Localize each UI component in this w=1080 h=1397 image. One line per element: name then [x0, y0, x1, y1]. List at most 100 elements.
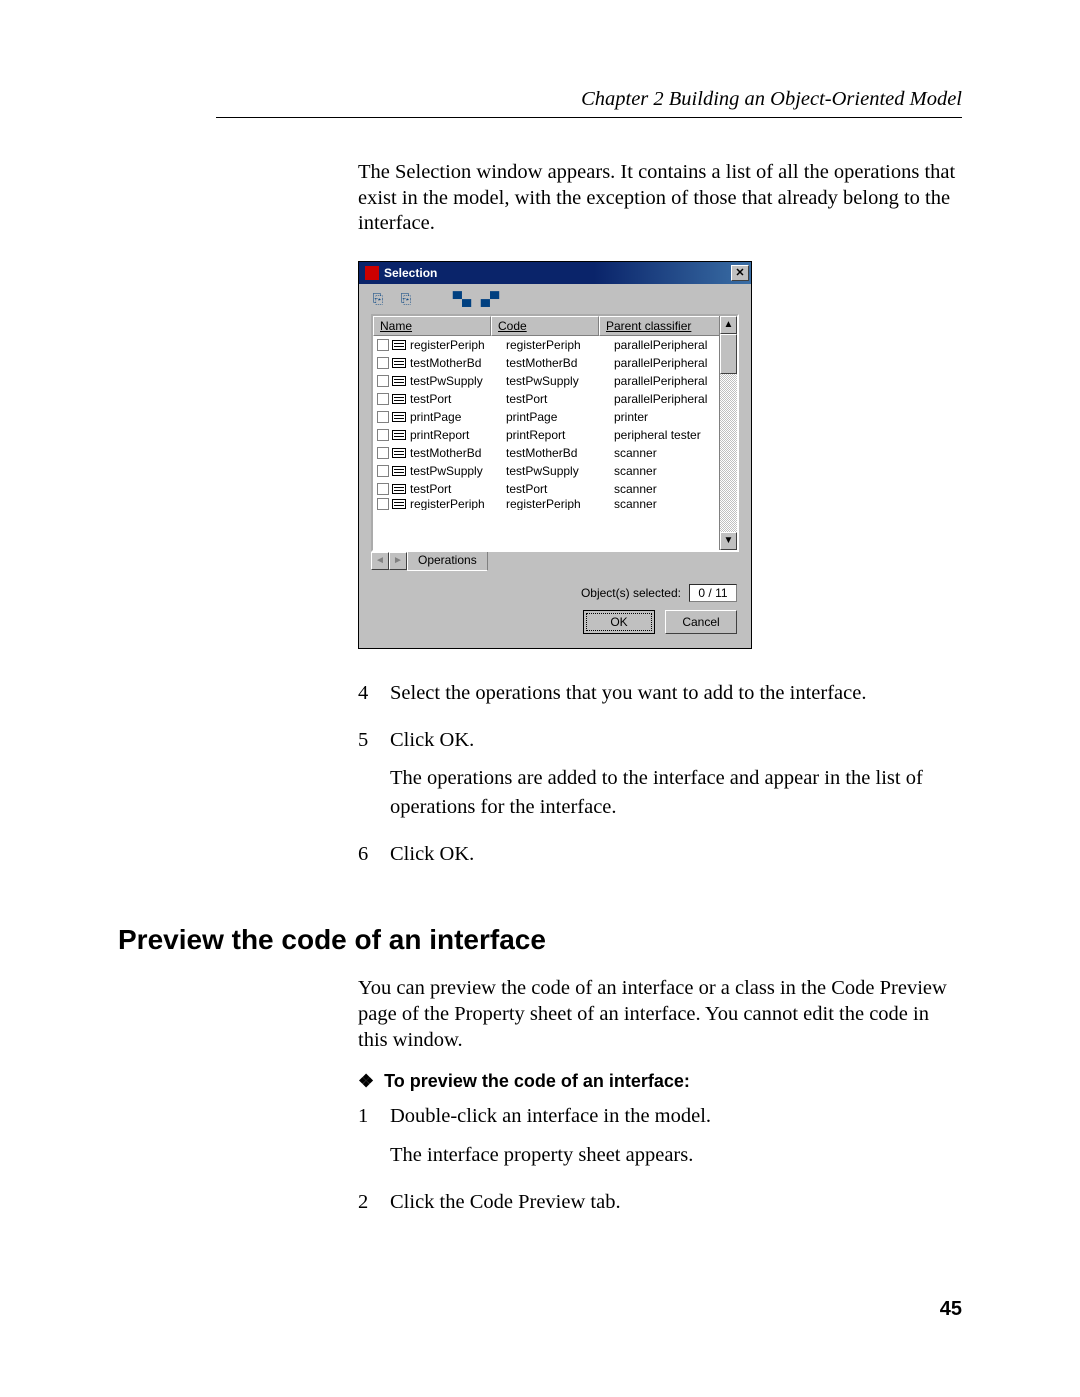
row-parent: scanner [614, 482, 719, 496]
procedure-heading: ❖ To preview the code of an interface: [358, 1071, 962, 1092]
row-code: testPwSupply [506, 464, 614, 478]
numbered-step: 6Click OK. [358, 840, 962, 879]
numbered-step: 5Click OK.The operations are added to th… [358, 726, 962, 832]
row-parent: peripheral tester [614, 428, 719, 442]
row-name: testPort [410, 482, 506, 496]
close-icon[interactable]: ✕ [731, 265, 749, 281]
list-row[interactable]: testPwSupplytestPwSupplyscanner [373, 462, 719, 480]
row-checkbox[interactable] [377, 411, 389, 423]
row-checkbox[interactable] [377, 339, 389, 351]
section-heading: Preview the code of an interface [118, 924, 962, 956]
tab-operations[interactable]: Operations [407, 551, 488, 571]
operation-icon [392, 412, 406, 422]
row-name: printPage [410, 410, 506, 424]
row-code: registerPeriph [506, 338, 614, 352]
row-parent: parallelPeripheral [614, 338, 719, 352]
operation-icon [392, 358, 406, 368]
step-number: 6 [358, 840, 390, 879]
list-row[interactable]: registerPeriphregisterPeriphparallelPeri… [373, 336, 719, 354]
row-checkbox[interactable] [377, 357, 389, 369]
column-parent[interactable]: Parent classifier [599, 316, 737, 336]
list-row[interactable]: testMotherBdtestMotherBdparallelPeripher… [373, 354, 719, 372]
row-parent: scanner [614, 446, 719, 460]
scroll-up-icon[interactable]: ▲ [720, 316, 737, 334]
operations-list[interactable]: Name Code Parent classifier registerPeri… [371, 314, 739, 552]
step-number: 4 [358, 679, 390, 718]
scroll-down-icon[interactable]: ▼ [720, 532, 737, 550]
row-code: testMotherBd [506, 356, 614, 370]
row-code: testPwSupply [506, 374, 614, 388]
step-number: 1 [358, 1102, 390, 1179]
list-row[interactable]: testPorttestPortscanner [373, 480, 719, 498]
step-text: Click OK.The operations are added to the… [390, 726, 962, 832]
list-row[interactable]: registerPeriphregisterPeriphscanner [373, 498, 719, 510]
row-parent: parallelPeripheral [614, 374, 719, 388]
numbered-step: 2Click the Code Preview tab. [358, 1188, 962, 1227]
row-checkbox[interactable] [377, 429, 389, 441]
column-name[interactable]: Name [373, 316, 491, 336]
operation-icon [392, 430, 406, 440]
row-code: testPort [506, 392, 614, 406]
operation-icon [392, 499, 406, 509]
row-checkbox[interactable] [377, 498, 389, 510]
list-row[interactable]: testPwSupplytestPwSupplyparallelPeripher… [373, 372, 719, 390]
list-row[interactable]: testPorttestPortparallelPeripheral [373, 390, 719, 408]
row-checkbox[interactable] [377, 447, 389, 459]
list-row[interactable]: testMotherBdtestMotherBdscanner [373, 444, 719, 462]
toolbar-button-1[interactable]: ⎘ [367, 289, 389, 309]
intro-paragraph: The Selection window appears. It contain… [358, 160, 962, 237]
step-text: Click OK. [390, 840, 962, 879]
list-row[interactable]: printReportprintReportperipheral tester [373, 426, 719, 444]
row-name: testMotherBd [410, 446, 506, 460]
operation-icon [392, 484, 406, 494]
row-checkbox[interactable] [377, 393, 389, 405]
section-paragraph: You can preview the code of an interface… [358, 976, 962, 1053]
row-code: registerPeriph [506, 498, 614, 510]
operation-icon [392, 466, 406, 476]
tab-scroll-left-icon[interactable]: ◄ [371, 552, 389, 570]
dialog-titlebar: Selection ✕ [359, 262, 751, 284]
row-code: printReport [506, 428, 614, 442]
toolbar-button-3[interactable]: ▀▄ [451, 289, 473, 309]
row-name: registerPeriph [410, 338, 506, 352]
status-label: Object(s) selected: [581, 586, 681, 600]
status-line: Object(s) selected: 0 / 11 [359, 574, 751, 606]
row-name: printReport [410, 428, 506, 442]
diamond-bullet-icon: ❖ [358, 1071, 374, 1092]
row-checkbox[interactable] [377, 465, 389, 477]
step-number: 2 [358, 1188, 390, 1227]
dialog-title: Selection [384, 266, 437, 280]
step-number: 5 [358, 726, 390, 832]
vertical-scrollbar[interactable]: ▲ ▼ [719, 316, 737, 550]
column-code[interactable]: Code [491, 316, 599, 336]
dialog-toolbar: ⎘ ⎘ ▀▄ ▄▀ [359, 284, 751, 314]
scroll-thumb[interactable] [720, 334, 737, 374]
selection-dialog: Selection ✕ ⎘ ⎘ ▀▄ ▄▀ Name Code Parent c… [358, 261, 752, 649]
row-checkbox[interactable] [377, 375, 389, 387]
numbered-step: 4Select the operations that you want to … [358, 679, 962, 718]
step-text: Select the operations that you want to a… [390, 679, 962, 718]
row-name: testPort [410, 392, 506, 406]
row-parent: parallelPeripheral [614, 356, 719, 370]
toolbar-button-2[interactable]: ⎘ [395, 289, 417, 309]
row-code: printPage [506, 410, 614, 424]
row-parent: printer [614, 410, 719, 424]
row-parent: scanner [614, 498, 719, 510]
operation-icon [392, 394, 406, 404]
row-name: testMotherBd [410, 356, 506, 370]
row-checkbox[interactable] [377, 483, 389, 495]
app-icon [365, 266, 379, 280]
cancel-button[interactable]: Cancel [665, 610, 737, 634]
selection-count: 0 / 11 [689, 584, 737, 602]
row-code: testMotherBd [506, 446, 614, 460]
operation-icon [392, 340, 406, 350]
step-text: Double-click an interface in the model.T… [390, 1102, 962, 1179]
toolbar-button-4[interactable]: ▄▀ [479, 289, 501, 309]
numbered-step: 1Double-click an interface in the model.… [358, 1102, 962, 1179]
tab-scroll-right-icon[interactable]: ► [389, 552, 407, 570]
tab-strip: ◄ ► Operations [371, 552, 739, 574]
row-name: registerPeriph [410, 498, 506, 510]
ok-button[interactable]: OK [583, 610, 655, 634]
list-row[interactable]: printPageprintPageprinter [373, 408, 719, 426]
row-parent: parallelPeripheral [614, 392, 719, 406]
